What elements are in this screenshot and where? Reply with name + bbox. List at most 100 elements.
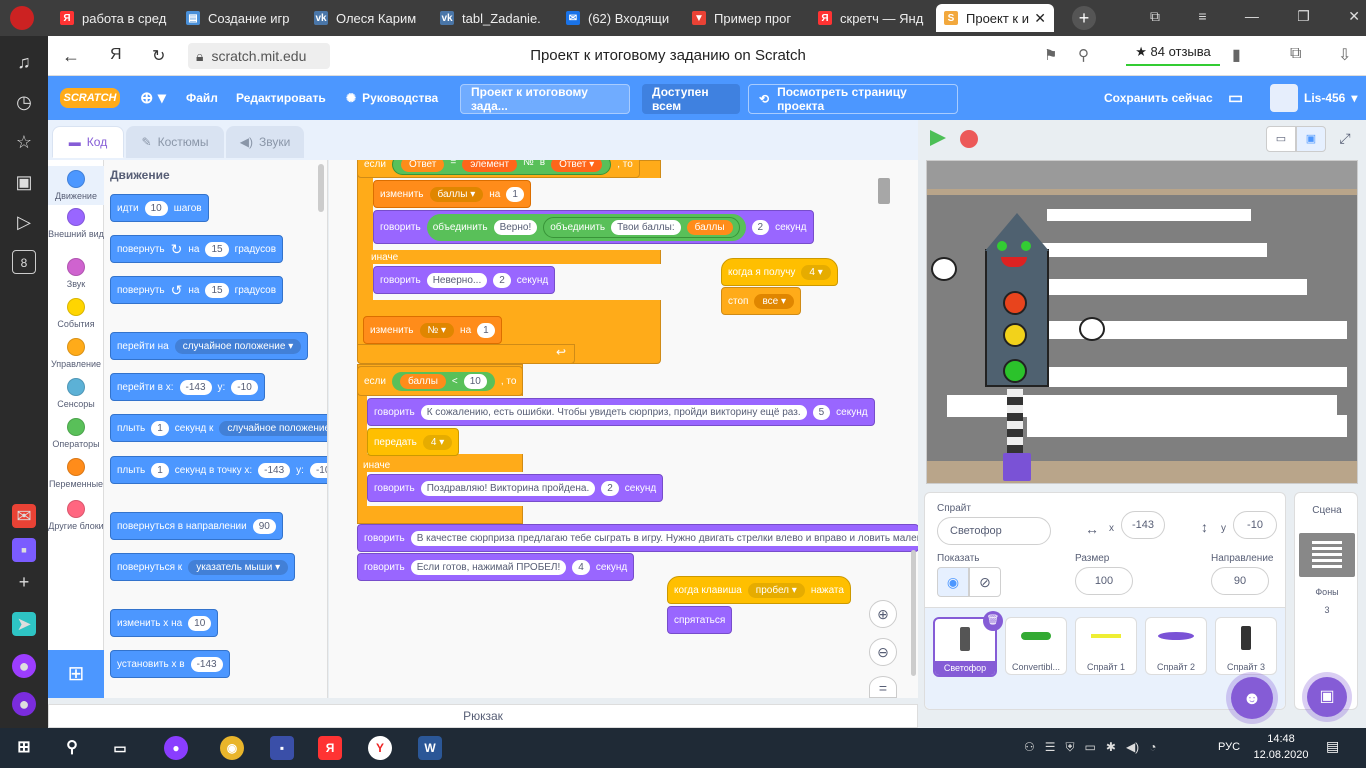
delete-sprite-icon[interactable]: 🗑︎	[983, 611, 1003, 631]
browser-tab[interactable]: ▼ Пример прог	[684, 4, 806, 32]
language-menu[interactable]: ⊕ ▾	[140, 76, 166, 120]
block-input[interactable]: 1	[151, 420, 169, 436]
category-sound[interactable]: Звук	[48, 258, 104, 289]
block-input[interactable]: Неверно...	[426, 272, 488, 288]
block-glide-xy[interactable]: плыть 1 секунд в точку x: -143 y: -10	[110, 456, 327, 484]
block-point-direction[interactable]: повернуться в направлении 90	[110, 512, 283, 540]
sprite-thumb[interactable]: Convertibl...	[1005, 617, 1067, 675]
new-tab-button[interactable]: +	[1072, 6, 1096, 30]
close-tab-icon[interactable]: ✕	[1034, 10, 1046, 27]
clock-date[interactable]: 12.08.2020	[1246, 749, 1316, 761]
block-dropdown[interactable]: № ▾	[419, 322, 455, 338]
block-when-receive[interactable]: когда я получу 4 ▾	[721, 258, 838, 286]
url-field[interactable]: 🔒︎ scratch.mit.edu	[188, 43, 330, 69]
extensions-icon[interactable]: ⧉	[1290, 45, 1301, 63]
block-turn-right[interactable]: повернуть ↻ на 15 градусов	[110, 235, 284, 263]
category-control[interactable]: Управление	[48, 338, 104, 369]
history-icon[interactable]: ◷	[12, 90, 36, 114]
block-goto-xy[interactable]: перейти в x: -143 y: -10	[110, 373, 265, 401]
tutorials-menu[interactable]: ✺ Руководства	[346, 76, 438, 120]
close-icon[interactable]: ✕	[1348, 8, 1360, 28]
minimize-icon[interactable]: —	[1245, 8, 1259, 28]
block-input[interactable]: 1	[477, 322, 495, 338]
block-input[interactable]: 10	[463, 373, 487, 389]
block-input[interactable]: -143	[258, 462, 291, 478]
add-icon[interactable]: +	[12, 570, 36, 594]
stage-pane[interactable]: Сцена Фоны 3 ▣	[1294, 492, 1358, 717]
category-variables[interactable]: Переменные	[48, 458, 104, 489]
block-dropdown[interactable]: 4 ▾	[422, 434, 453, 450]
block-input[interactable]: 2	[751, 219, 770, 235]
workspace-scrollbar-vertical[interactable]	[911, 550, 916, 676]
block-input[interactable]: -143	[190, 656, 223, 672]
block-change-n[interactable]: изменить № ▾ на 1	[363, 316, 502, 344]
block-if-answer[interactable]: если Ответ = элемент № в Ответ ▾ , то	[357, 160, 640, 178]
block-dropdown[interactable]: случайное положение ▾	[174, 338, 302, 354]
bookmark-icon[interactable]: ⧉	[1150, 8, 1160, 28]
language-indicator[interactable]: РУС	[1218, 741, 1240, 753]
category-events[interactable]: События	[48, 298, 104, 329]
stop-icon[interactable]	[960, 130, 978, 148]
direction-input[interactable]: 90	[1211, 567, 1269, 595]
palette-scrollbar[interactable]	[318, 164, 324, 212]
yandex-taskbar-icon[interactable]: Я	[318, 736, 342, 760]
green-flag-icon[interactable]	[930, 130, 946, 146]
category-my-blocks[interactable]: Другие блоки	[48, 500, 104, 531]
messenger-icon[interactable]: ▪	[12, 538, 36, 562]
window-controls[interactable]: ⧉ ≡ — ❐ ✕	[1150, 8, 1360, 28]
download-icon[interactable]: ⇩	[1338, 45, 1351, 65]
collections-icon[interactable]: ▣	[12, 170, 36, 194]
network-icon[interactable]: ☰	[1045, 740, 1056, 756]
star-icon[interactable]: ☆	[12, 130, 36, 154]
block-point-towards[interactable]: повернуться к указатель мыши ▾	[110, 553, 296, 581]
sprite-thumb[interactable]: Спрайт 3	[1215, 617, 1277, 675]
bookmark-add-icon[interactable]: ▮	[1232, 45, 1241, 65]
add-sprite-button[interactable]: ☻	[1231, 677, 1273, 719]
browser-tab[interactable]: Яработа в сред	[52, 4, 172, 32]
reload-icon[interactable]: ↻	[152, 46, 165, 66]
chrome-icon[interactable]: ◉	[220, 736, 244, 760]
block-dropdown[interactable]: 4 ▾	[801, 264, 831, 280]
block-input[interactable]: 4	[572, 559, 590, 575]
block-input[interactable]: 1	[506, 186, 524, 202]
block-if-score[interactable]: если баллы <10 , то	[357, 366, 524, 396]
block-input[interactable]: 10	[144, 200, 168, 216]
block-goto[interactable]: перейти на случайное положение ▾	[110, 332, 309, 360]
normal-stage-button[interactable]: ▣	[1296, 126, 1326, 152]
project-title-input[interactable]: Проект к итоговому зада...	[460, 84, 630, 114]
block-input[interactable]: -10	[231, 379, 258, 395]
my-stuff-icon[interactable]: ▭	[1228, 76, 1243, 120]
zoom-out-button[interactable]: ⊖	[869, 638, 897, 666]
block-say-ready[interactable]: говорить Если готов, нажимай ПРОБЕЛ! 4 секу…	[357, 553, 635, 581]
block-input[interactable]: Если готов, нажимай ПРОБЕЛ!	[410, 559, 567, 575]
block-input[interactable]: -10	[309, 462, 327, 478]
block-dropdown[interactable]: указатель мыши ▾	[188, 559, 289, 575]
clock-time[interactable]: 14:48	[1256, 733, 1306, 745]
show-hidden-button[interactable]: ⊘	[969, 567, 1001, 597]
category-looks[interactable]: Внешний вид	[48, 208, 104, 239]
sprite-thumb[interactable]: Спрайт 1	[1075, 617, 1137, 675]
yandex-browser-taskbar-icon[interactable]: Y	[368, 736, 392, 760]
tab-code[interactable]: ▬ Код	[52, 126, 124, 158]
reviews-badge[interactable]: ★ 84 отзыва	[1126, 44, 1220, 66]
y-input[interactable]: -10	[1233, 511, 1277, 539]
account-menu[interactable]: Lis-456 ▾	[1270, 76, 1357, 120]
block-input[interactable]: 2	[493, 272, 511, 288]
browser-tab-active[interactable]: S Проект к и ✕	[936, 4, 1054, 32]
category-motion[interactable]: Движение	[48, 166, 104, 205]
block-turn-left[interactable]: повернуть ↺ на 15 градусов	[110, 276, 284, 304]
browser-tab[interactable]: vk Олеся Карим	[306, 4, 428, 32]
menu-icon[interactable]: ≡	[1198, 8, 1206, 28]
browser-tab[interactable]: ▤ Создание игр	[178, 4, 300, 32]
wifi-icon[interactable]: ◔	[1149, 740, 1156, 756]
sprite-thumb-selected[interactable]: Светофор 🗑︎	[933, 611, 1003, 677]
block-input[interactable]: К сожалению, есть ошибки. Чтобы увидеть …	[420, 404, 807, 420]
translate-icon[interactable]: ⚑	[1044, 46, 1057, 64]
block-change-x[interactable]: изменить х на 10	[110, 609, 219, 637]
stage[interactable]	[926, 160, 1358, 484]
show-visible-button[interactable]: ◉	[937, 567, 969, 597]
block-input[interactable]: -143	[179, 379, 212, 395]
block-say-wrong[interactable]: говорить Неверно... 2 секунд	[373, 266, 556, 294]
search-icon[interactable]: ⚲	[60, 736, 84, 760]
mail-app-icon[interactable]: ✉	[12, 504, 36, 528]
